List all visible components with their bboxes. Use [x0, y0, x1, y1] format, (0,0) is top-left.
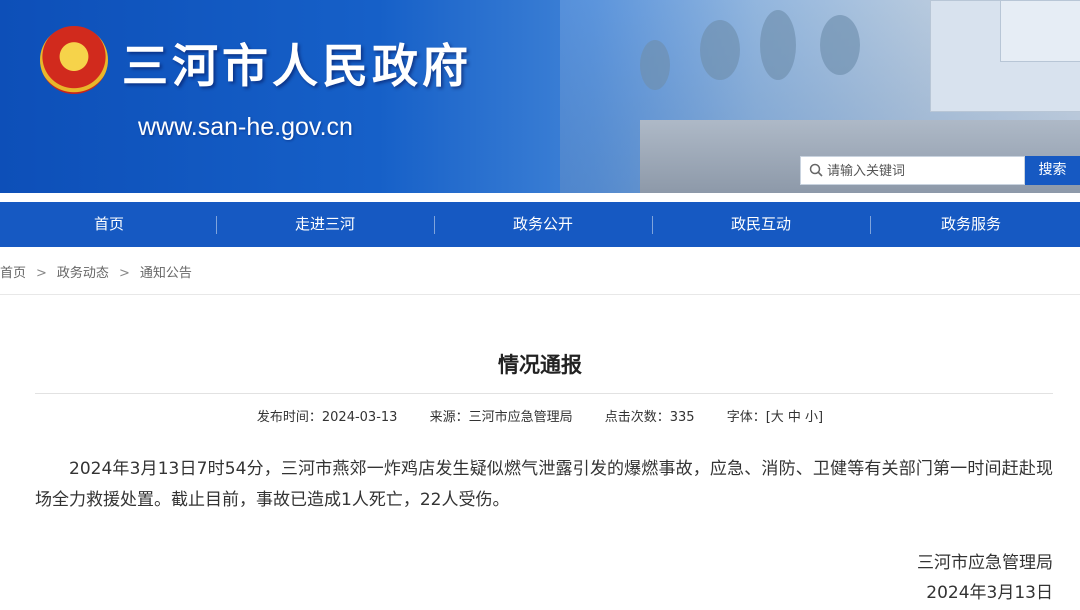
title-divider — [35, 393, 1053, 394]
breadcrumb-divider — [0, 294, 1080, 295]
article-body: 2024年3月13日7时54分，三河市燕郊一炸鸡店发生疑似燃气泄露引发的爆燃事故… — [35, 459, 1053, 510]
breadcrumb-notices[interactable]: 通知公告 — [140, 262, 192, 281]
nav-item-about[interactable]: 走进三河 — [216, 202, 434, 247]
article-meta: 发布时间：2024-03-13 来源：三河市应急管理局 点击次数：335 字体：… — [0, 406, 1080, 425]
header-building-image — [1000, 0, 1080, 62]
main-nav: 首页 走进三河 政务公开 政民互动 政务服务 — [0, 202, 1080, 247]
header-tree-image — [640, 40, 670, 90]
nav-item-services[interactable]: 政务服务 — [862, 202, 1080, 247]
search-input[interactable] — [825, 160, 1024, 183]
site-title: 三河市人民政府 — [122, 39, 472, 93]
article-signature-block: 三河市应急管理局 2024年3月13日 — [917, 548, 1053, 608]
breadcrumb-separator: > — [36, 266, 47, 281]
site-header: ★ 三河市人民政府 www.san-he.gov.cn 搜索 — [0, 0, 1080, 193]
breadcrumb-news[interactable]: 政务动态 — [57, 262, 109, 281]
national-emblem-icon: ★ — [40, 26, 108, 94]
breadcrumb-separator: > — [118, 266, 130, 281]
article-signature: 三河市应急管理局 — [917, 553, 1053, 573]
nav-item-interaction[interactable]: 政民互动 — [652, 202, 870, 247]
article-date: 2024年3月13日 — [926, 583, 1053, 603]
nav-item-public-affairs[interactable]: 政务公开 — [434, 202, 652, 247]
search-button[interactable]: 搜索 — [1025, 156, 1080, 185]
publish-time: 发布时间：2024-03-13 — [256, 410, 398, 425]
article-source: 来源：三河市应急管理局 — [429, 410, 573, 425]
font-size-selector[interactable]: 字体：[大 中 小] — [727, 410, 823, 425]
header-tree-image — [820, 15, 860, 75]
header-tree-image — [700, 20, 740, 80]
search-icon — [809, 163, 823, 177]
breadcrumb: 首页 > 政务动态 > 通知公告 — [0, 262, 192, 281]
site-url: www.san-he.gov.cn — [138, 113, 353, 141]
header-tree-image — [760, 10, 796, 80]
search-box[interactable] — [800, 156, 1025, 185]
breadcrumb-home[interactable]: 首页 — [0, 262, 26, 281]
nav-item-home[interactable]: 首页 — [0, 202, 218, 247]
view-count: 点击次数：335 — [604, 410, 695, 425]
article-title: 情况通报 — [498, 353, 582, 377]
